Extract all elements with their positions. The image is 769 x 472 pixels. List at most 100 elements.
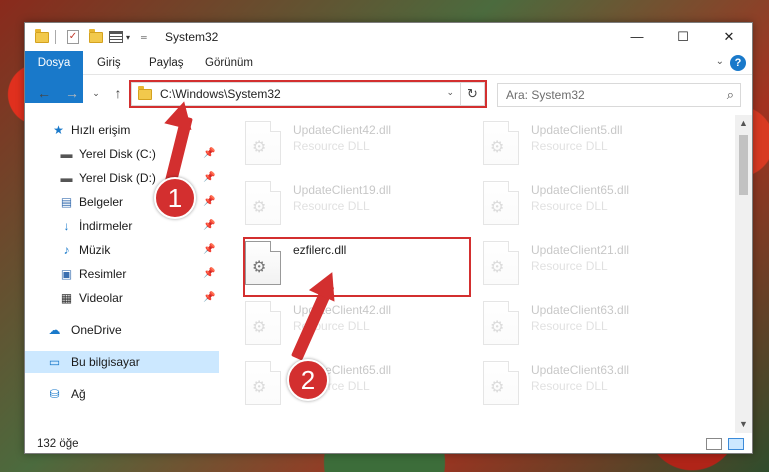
gear-icon: ⚙	[252, 139, 267, 156]
sidebar-item-label: Bu bilgisayar	[71, 355, 140, 369]
download-icon: ↓	[63, 219, 70, 233]
up-button[interactable]: ↑	[109, 84, 127, 102]
pin-icon: 📌	[203, 196, 216, 207]
gear-icon: ⚙	[490, 319, 505, 336]
details-view-icon[interactable]	[706, 438, 722, 450]
file-name: UpdateClient42.dll	[293, 123, 392, 137]
properties-icon[interactable]	[109, 29, 123, 45]
large-icons-view-icon[interactable]	[728, 438, 744, 450]
documents-icon: ▤	[60, 195, 73, 209]
file-item[interactable]: ⚙ UpdateClient63.dll Resource DLL	[461, 357, 681, 409]
expand-ribbon-icon[interactable]: ⌄	[716, 56, 724, 67]
star-icon: ★	[53, 123, 64, 137]
file-type: Resource DLL	[531, 379, 608, 393]
dll-file-icon: ⚙	[245, 121, 281, 165]
gear-icon: ⚙	[490, 259, 505, 276]
back-button[interactable]: ←	[35, 84, 53, 102]
dll-file-icon: ⚙	[483, 361, 519, 405]
music-icon: ♪	[63, 243, 70, 257]
file-item[interactable]: ⚙ UpdateClient5.dll Resource DLL	[461, 117, 681, 169]
sidebar-item-pictures[interactable]: ▣ Resimler 📌	[25, 263, 219, 285]
drive-icon: ▬	[60, 147, 73, 161]
file-item[interactable]: ⚙ UpdateClient63.dll Resource DLL	[461, 297, 681, 349]
dll-file-icon: ⚙	[483, 121, 519, 165]
dll-file-icon: ⚙	[245, 301, 281, 345]
sidebar-item-label: Yerel Disk (C:)	[79, 147, 156, 161]
gear-icon: ⚙	[490, 199, 505, 216]
file-highlight-box	[243, 237, 471, 297]
pin-icon: 📌	[203, 148, 216, 159]
file-type: Resource DLL	[293, 199, 370, 213]
sidebar-item-label: Resimler	[79, 267, 127, 281]
file-type: Resource DLL	[531, 139, 608, 153]
search-input[interactable]	[506, 88, 706, 102]
sidebar-item-downloads[interactable]: ↓ İndirmeler 📌	[25, 215, 219, 237]
tab-share[interactable]: Paylaş	[137, 51, 196, 75]
window-title: System32	[165, 30, 219, 44]
file-item[interactable]: ⚙ UpdateClient19.dll Resource DLL	[223, 177, 443, 229]
sidebar-item-local-disk-c[interactable]: ▬ Yerel Disk (C:) 📌	[25, 143, 219, 165]
folder-icon	[35, 28, 49, 45]
scroll-down-icon[interactable]: ▼	[735, 416, 752, 433]
file-item[interactable]: ⚙ UpdateClient21.dll Resource DLL	[461, 237, 681, 289]
file-name: UpdateClient19.dll	[293, 183, 392, 197]
file-name: UpdateClient21.dll	[531, 243, 630, 257]
dll-file-icon: ⚙	[483, 241, 519, 285]
videos-icon: ▦	[60, 291, 73, 305]
gear-icon: ⚙	[490, 379, 505, 396]
forward-button[interactable]: →	[63, 84, 81, 102]
tab-home[interactable]: Giriş	[85, 51, 133, 75]
recent-locations-icon[interactable]: ⌄	[87, 84, 105, 102]
quick-access-dropdown-icon[interactable]: ▾	[126, 29, 130, 45]
file-type: Resource DLL	[531, 259, 608, 273]
network-icon: ⛁	[49, 387, 60, 401]
file-name: UpdateClient65.dll	[531, 183, 630, 197]
item-count: 132 öğe	[37, 438, 79, 450]
dll-file-icon: ⚙	[483, 181, 519, 225]
cloud-icon: ☁	[48, 323, 61, 337]
status-bar: 132 öğe	[25, 433, 752, 455]
file-type: Resource DLL	[531, 199, 608, 213]
pin-icon: 📌	[203, 292, 216, 303]
tab-view[interactable]: Görünüm	[193, 51, 265, 75]
sidebar-item-label: Müzik	[79, 243, 111, 257]
file-type: Resource DLL	[531, 319, 608, 333]
sidebar-item-label: Ağ	[71, 387, 86, 401]
sidebar-item-videos[interactable]: ▦ Videolar 📌	[25, 287, 219, 309]
gear-icon: ⚙	[252, 199, 267, 216]
file-name: UpdateClient5.dll	[531, 123, 623, 137]
sidebar-item-label: OneDrive	[71, 323, 122, 337]
pin-icon: 📌	[203, 220, 216, 231]
dll-file-icon: ⚙	[245, 181, 281, 225]
file-item[interactable]: ⚙ UpdateClient65.dll Resource DLL	[223, 357, 443, 409]
title-bar: ✓ ▾ ═ System32 — ☐ ✕	[25, 23, 752, 51]
file-item[interactable]: ⚙ UpdateClient42.dll Resource DLL	[223, 117, 443, 169]
scroll-up-icon[interactable]: ▲	[735, 115, 752, 132]
file-item[interactable]: ⚙ UpdateClient42.dll Resource DLL	[223, 297, 443, 349]
dll-file-icon: ⚙	[483, 301, 519, 345]
navigation-pane: ★ Hızlı erişim ▬ Yerel Disk (C:) 📌 ▬ Yer…	[25, 115, 221, 433]
sidebar-item-label: Yerel Disk (D:)	[79, 171, 156, 185]
properties-check-icon[interactable]: ✓	[67, 29, 79, 45]
vertical-scrollbar[interactable]: ▲ ▼	[735, 115, 752, 433]
new-folder-icon[interactable]	[89, 28, 103, 45]
close-button[interactable]: ✕	[706, 23, 752, 51]
search-box[interactable]: ⌕	[497, 83, 741, 107]
dll-file-icon: ⚙	[245, 361, 281, 405]
sidebar-item-network[interactable]: ⛁ Ağ	[25, 383, 219, 405]
file-item[interactable]: ⚙ UpdateClient65.dll Resource DLL	[461, 177, 681, 229]
customize-toolbar-icon[interactable]: ═	[141, 29, 147, 45]
step-2-badge: 2	[287, 359, 329, 401]
search-icon[interactable]: ⌕	[727, 87, 734, 103]
sidebar-item-label: Hızlı erişim	[71, 123, 131, 137]
sidebar-item-music[interactable]: ♪ Müzik 📌	[25, 239, 219, 261]
pin-icon: 📌	[203, 268, 216, 279]
file-name: UpdateClient63.dll	[531, 303, 630, 317]
scrollbar-thumb[interactable]	[739, 135, 748, 195]
help-icon[interactable]: ?	[730, 55, 746, 71]
minimize-button[interactable]: —	[614, 23, 660, 51]
sidebar-item-onedrive[interactable]: ☁ OneDrive	[25, 319, 219, 341]
pin-icon: 📌	[203, 172, 216, 183]
maximize-button[interactable]: ☐	[660, 23, 706, 51]
sidebar-item-this-pc[interactable]: ▭ Bu bilgisayar	[25, 351, 219, 373]
